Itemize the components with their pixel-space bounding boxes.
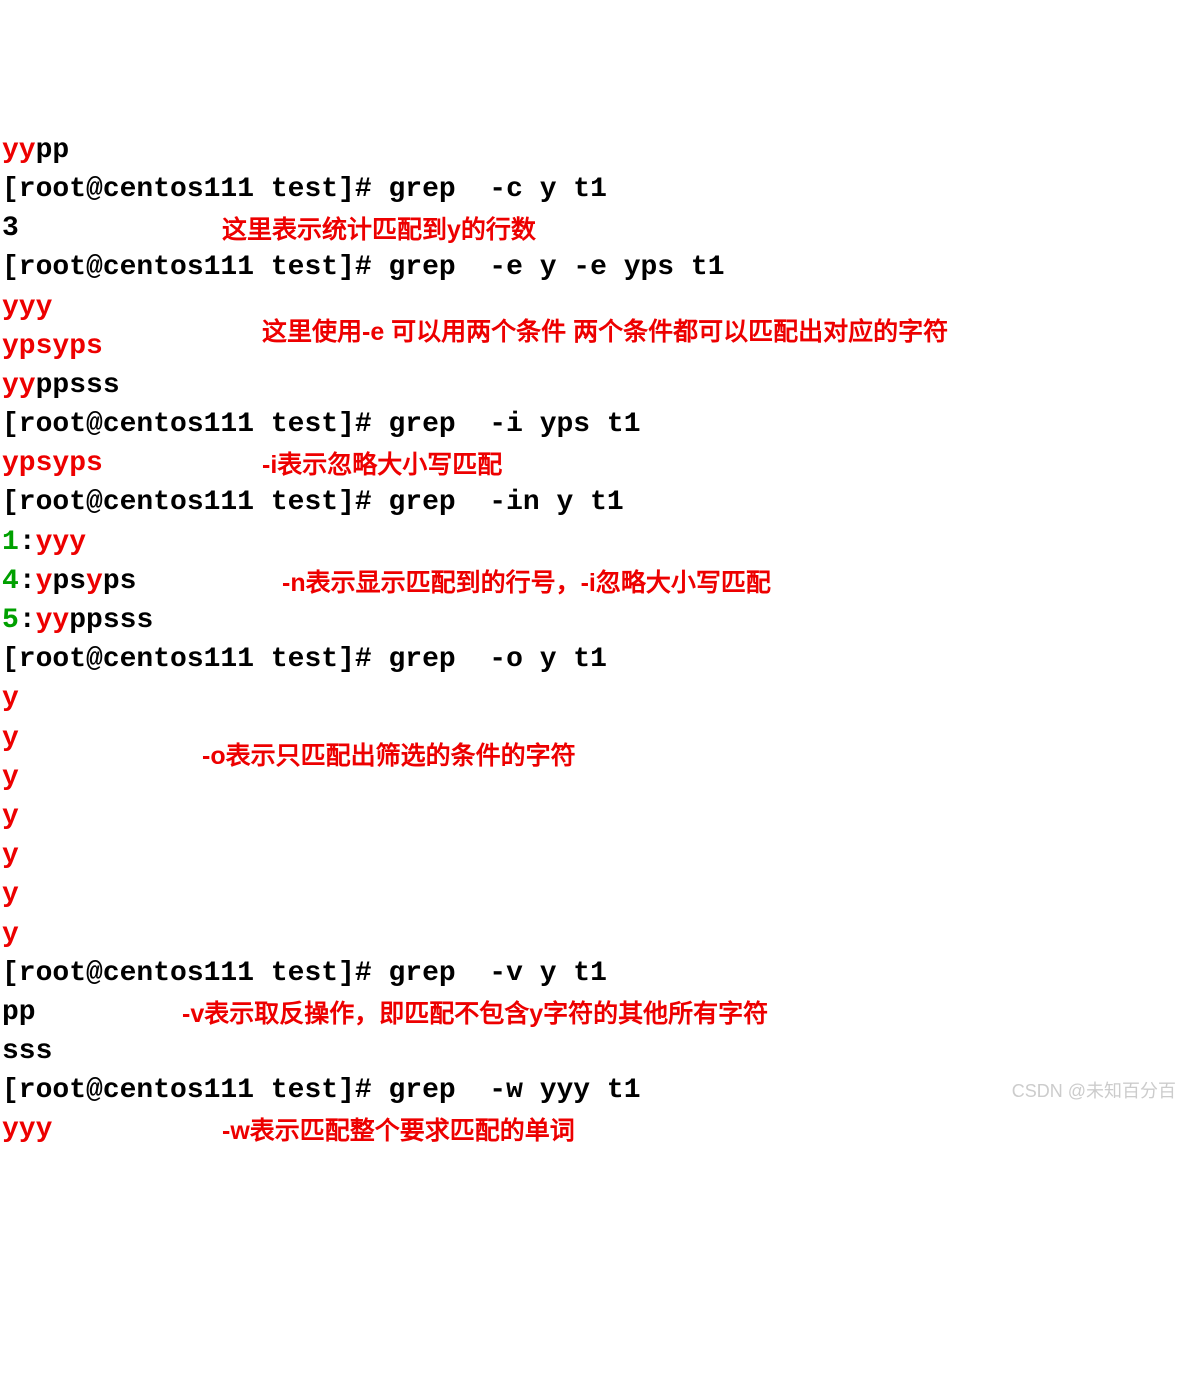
text-segment: y [2,723,19,754]
text-segment: ypsyps [2,448,103,479]
text-segment: [root@centos111 test]# grep -v y t1 [2,958,607,989]
text-segment: ps [52,566,86,597]
annotation-text: -w表示匹配整个要求匹配的单词 [222,1114,575,1149]
text-segment: yy [36,605,70,636]
text-segment: y [86,566,103,597]
terminal-line: yyy -w表示匹配整个要求匹配的单词 [2,1110,1194,1149]
terminal-line: [root@centos111 test]# grep -o y t1 [2,640,1194,679]
terminal-line: [root@centos111 test]# grep -i yps t1 [2,405,1194,444]
terminal-line: 4:ypsyps-n表示显示匹配到的行号，-i忽略大小写匹配 [2,562,1194,601]
text-segment: [root@centos111 test]# grep -c y t1 [2,174,607,205]
text-segment: [root@centos111 test]# grep -in y t1 [2,487,624,518]
terminal-line: [root@centos111 test]# grep -in y t1 [2,483,1194,522]
text-segment: pp [2,997,36,1028]
text-segment: yyy [2,1114,52,1145]
text-segment: pp [36,135,70,166]
text-segment: y [2,762,19,793]
terminal-line: yyppsss [2,366,1194,405]
text-segment: y [2,683,19,714]
terminal-line: y [2,797,1194,836]
annotation-text: -n表示显示匹配到的行号，-i忽略大小写匹配 [282,566,771,601]
text-segment: yy [2,135,36,166]
text-segment: [root@centos111 test]# grep -e y -e yps … [2,252,725,283]
terminal-line: 3 这里表示统计匹配到y的行数 [2,209,1194,248]
text-segment: : [19,605,36,636]
terminal-line: yypp [2,131,1194,170]
text-segment: 3 [2,213,19,244]
annotation-text: -v表示取反操作，即匹配不包含y字符的其他所有字符 [182,997,768,1032]
terminal-line: y [2,915,1194,954]
text-segment: y [2,840,19,871]
terminal-line: y [2,836,1194,875]
text-segment: [root@centos111 test]# grep -i yps t1 [2,409,641,440]
terminal-line: [root@centos111 test]# grep -c y t1 [2,170,1194,209]
text-segment: : [19,527,36,558]
annotation-text: 这里使用-e 可以用两个条件 两个条件都可以匹配出对应的字符 [262,315,948,350]
terminal-line: [root@centos111 test]# grep -e y -e yps … [2,248,1194,287]
text-segment: ppsss [69,605,153,636]
text-segment: y [2,879,19,910]
text-segment: yyy [36,527,86,558]
terminal-output: yypp[root@centos111 test]# grep -c y t13… [2,131,1194,1150]
terminal-line: 1:yyy [2,523,1194,562]
text-segment: 1 [2,527,19,558]
text-segment: [root@centos111 test]# grep -o y t1 [2,644,607,675]
terminal-line: y [2,875,1194,914]
text-segment: 4 [2,566,19,597]
text-segment: 5 [2,605,19,636]
terminal-line: y-o表示只匹配出筛选的条件的字符 [2,719,1194,758]
text-segment: yyy [2,292,52,323]
text-segment: y [36,566,53,597]
annotation-text: -i表示忽略大小写匹配 [262,448,502,483]
text-segment: sss [2,1036,52,1067]
text-segment: [root@centos111 test]# grep -w yyy t1 [2,1075,641,1106]
terminal-line: y [2,679,1194,718]
text-segment: ps [103,566,137,597]
text-segment: y [2,919,19,950]
annotation-text: 这里表示统计匹配到y的行数 [222,213,536,248]
terminal-line: 5:yyppsss [2,601,1194,640]
watermark: CSDN @未知百分百 [1012,1079,1176,1104]
terminal-line: sss [2,1032,1194,1071]
text-segment: ppsss [36,370,120,401]
terminal-line: [root@centos111 test]# grep -v y t1 [2,954,1194,993]
terminal-line: pp -v表示取反操作，即匹配不包含y字符的其他所有字符 [2,993,1194,1032]
text-segment: : [19,566,36,597]
text-segment: ypsyps [2,331,103,362]
terminal-line: y [2,758,1194,797]
terminal-line: ypsyps -i表示忽略大小写匹配 [2,444,1194,483]
terminal-line: ypsyps这里使用-e 可以用两个条件 两个条件都可以匹配出对应的字符 [2,327,1194,366]
text-segment: y [2,801,19,832]
text-segment: yy [2,370,36,401]
